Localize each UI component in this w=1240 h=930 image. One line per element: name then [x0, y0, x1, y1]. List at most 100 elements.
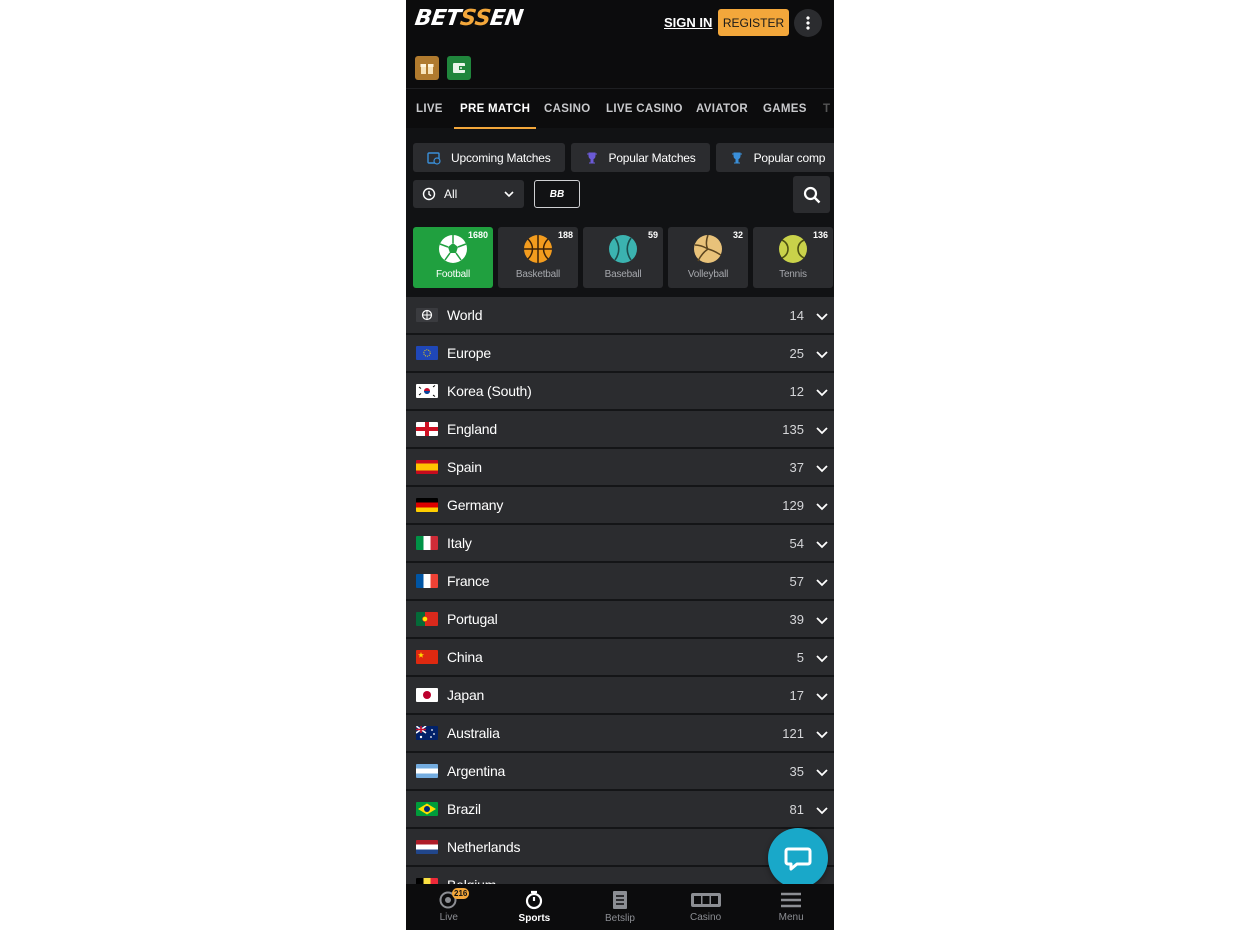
country-row-france[interactable]: France 57	[406, 563, 834, 601]
country-name: Australia	[447, 725, 500, 741]
country-row-germany[interactable]: Germany 129	[406, 487, 834, 525]
slot-machine-icon	[690, 893, 721, 907]
bottom-nav-label: Betslip	[604, 913, 635, 924]
bottom-nav-casino[interactable]: Casino	[663, 884, 749, 930]
country-row-argentina[interactable]: Argentina 35	[406, 753, 834, 791]
country-row-spain[interactable]: Spain 37	[406, 449, 834, 487]
country-row-brazil[interactable]: Brazil 81	[406, 791, 834, 829]
chevron-down-icon	[816, 465, 828, 473]
volleyball-icon	[694, 234, 722, 263]
bottom-nav-live[interactable]: 216 Live	[406, 884, 492, 930]
tab-live[interactable]: LIVE	[416, 89, 443, 129]
chevron-down-icon	[816, 731, 828, 739]
country-name: World	[447, 307, 483, 323]
chevron-down-icon	[816, 351, 828, 359]
logo[interactable]: BETSSEN	[413, 6, 524, 31]
bottom-nav-label: Menu	[778, 912, 804, 923]
country-row-japan[interactable]: Japan 17	[406, 677, 834, 715]
bet-builder-button[interactable]: BB	[534, 180, 580, 208]
chevron-down-icon	[816, 541, 828, 549]
trophy-icon	[586, 152, 597, 163]
country-count: 121	[782, 725, 804, 741]
country-name: Italy	[447, 535, 472, 551]
country-row-korea-south[interactable]: Korea (South) 12	[406, 373, 834, 411]
register-button[interactable]: REGISTER	[718, 9, 789, 36]
sign-in-link[interactable]: SIGN IN	[664, 15, 712, 30]
flag-it-icon	[416, 536, 438, 550]
flag-jp-icon	[416, 688, 438, 702]
sport-tile-tennis[interactable]: 136 Tennis	[753, 227, 833, 288]
country-row-china[interactable]: China 5	[406, 639, 834, 677]
tab-pre-match[interactable]: PRE MATCH	[453, 89, 537, 129]
tab-live-casino[interactable]: LIVE CASINO	[606, 89, 683, 129]
sport-tile-football[interactable]: 1680 Football	[413, 227, 493, 288]
country-count: 35	[789, 763, 804, 779]
tab-games[interactable]: GAMES	[763, 89, 807, 129]
wallet-icon[interactable]	[447, 56, 471, 80]
country-row-australia[interactable]: Australia 121	[406, 715, 834, 753]
chevron-down-icon	[816, 579, 828, 587]
country-row-europe[interactable]: Europe 25	[406, 335, 834, 373]
flag-eu-icon	[416, 346, 438, 360]
football-icon	[439, 235, 467, 263]
bottom-nav-betslip[interactable]: Betslip	[577, 884, 663, 930]
chevron-down-icon	[816, 693, 828, 701]
sport-count: 1680	[467, 230, 488, 240]
country-name: Brazil	[447, 801, 481, 817]
chip-label: Popular Matches	[608, 150, 696, 165]
sport-tile-basketball[interactable]: 188 Basketball	[498, 227, 578, 288]
country-name: Spain	[447, 459, 482, 475]
sport-tile-baseball[interactable]: 59 Baseball	[583, 227, 663, 288]
flag-nl-icon	[416, 840, 438, 854]
basketball-icon	[524, 235, 552, 263]
flag-au-icon	[416, 726, 438, 740]
chip-upcoming-matches[interactable]: Upcoming Matches	[413, 143, 565, 172]
bottom-nav-sports[interactable]: Sports	[492, 884, 578, 930]
country-name: France	[447, 573, 490, 589]
bottom-nav-menu[interactable]: Menu	[748, 884, 834, 930]
country-name: Korea (South)	[447, 383, 532, 399]
clock-icon	[422, 187, 436, 201]
chevron-down-icon	[816, 655, 828, 663]
search-icon[interactable]	[793, 176, 830, 213]
country-row-portugal[interactable]: Portugal 39	[406, 601, 834, 639]
chevron-down-icon	[816, 769, 828, 777]
calendar-clock-icon	[427, 151, 441, 165]
tab-aviator[interactable]: AVIATOR	[696, 89, 748, 129]
flag-br-icon	[416, 802, 438, 816]
gift-icon[interactable]	[415, 56, 439, 80]
country-row-england[interactable]: England 135	[406, 411, 834, 449]
country-row-world[interactable]: World 14	[406, 297, 834, 335]
country-row-italy[interactable]: Italy 54	[406, 525, 834, 563]
sport-name: Football	[436, 269, 470, 280]
baseball-icon	[609, 235, 637, 263]
trophy-icon	[731, 152, 742, 163]
more-options-icon[interactable]	[794, 9, 822, 37]
sport-tiles: 1680 Football 188 Basketball 59 Baseball…	[413, 227, 833, 288]
bottom-nav: 216 Live Sports Betslip Casino Menu	[406, 884, 834, 930]
tab-more[interactable]: T	[823, 89, 830, 129]
chevron-down-icon	[816, 313, 828, 321]
stopwatch-icon	[526, 890, 543, 910]
sport-name: Tennis	[779, 269, 807, 280]
chevron-down-icon	[816, 617, 828, 625]
country-name: Argentina	[447, 763, 506, 779]
country-count: 14	[789, 307, 804, 323]
flag-kr-icon	[416, 384, 438, 398]
country-name: Germany	[447, 497, 504, 513]
live-count-badge: 216	[452, 888, 470, 899]
sport-tile-volleyball[interactable]: 32 Volleyball	[668, 227, 748, 288]
sport-count: 32	[732, 230, 743, 240]
chip-popular-competitions[interactable]: Popular comp	[715, 143, 834, 172]
chip-label: Popular comp	[753, 150, 826, 165]
tab-casino[interactable]: CASINO	[544, 89, 591, 129]
chat-support-icon[interactable]	[768, 828, 828, 888]
country-count: 57	[789, 573, 804, 589]
flag-de-icon	[416, 498, 438, 512]
time-filter-select[interactable]: All	[413, 180, 524, 208]
chip-popular-matches[interactable]: Popular Matches	[570, 143, 710, 172]
country-count: 135	[782, 421, 804, 437]
flag-es-icon	[416, 460, 438, 474]
chevron-down-icon	[504, 191, 514, 198]
country-count: 37	[789, 459, 804, 475]
